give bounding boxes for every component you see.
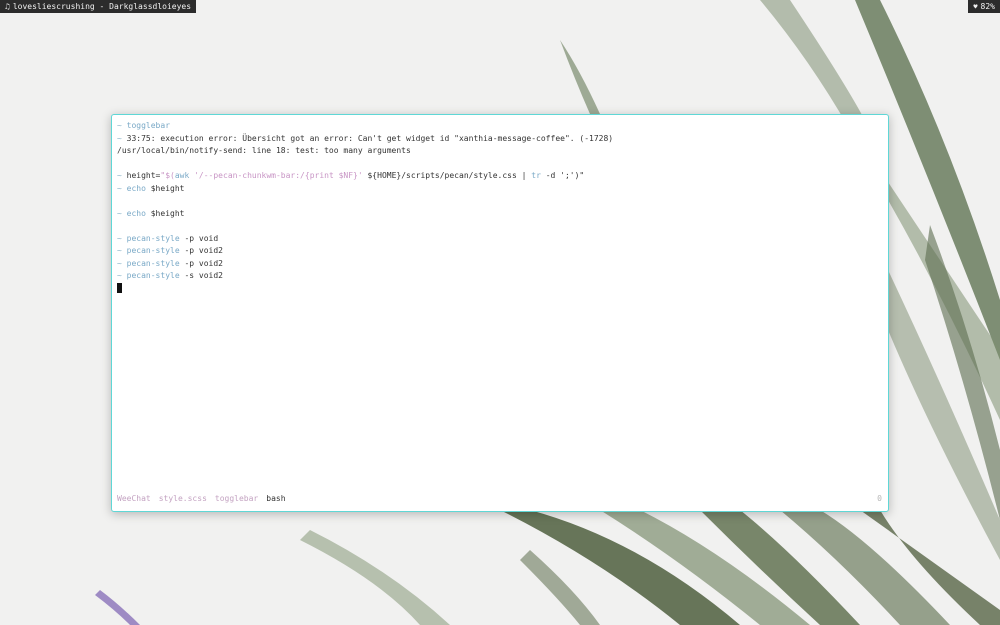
assign-text: height= (126, 171, 161, 180)
battery-percentage: 82% (980, 2, 995, 11)
command-text: tr (531, 171, 541, 180)
tmux-status-bar: WeeChat style.scss togglebar bash 0 (117, 493, 882, 505)
terminal-line: ~ echo $height (117, 183, 883, 196)
terminal-line: ~ height="$(awk '/--pecan-chunkwm-bar:/{… (117, 170, 883, 183)
argument-text: -p void2 (179, 258, 223, 268)
prompt-tilde: ~ (117, 121, 122, 130)
command-text: pecan-style (126, 258, 180, 268)
error-text: 33:75: execution error: Übersicht got an… (126, 133, 614, 143)
command-text: echo (126, 208, 146, 218)
text-cursor[interactable] (117, 283, 122, 293)
terminal-line: ~ togglebar (117, 120, 883, 133)
terminal-line: ~ echo $height (117, 208, 883, 221)
argument-text: -p void2 (179, 246, 223, 255)
heart-icon: ♥ (973, 3, 978, 11)
terminal-output: ~ togglebar ~ 33:75: execution error: Üb… (117, 120, 883, 295)
terminal-line: /usr/local/bin/notify-send: line 18: tes… (117, 145, 883, 158)
command-text: pecan-style (126, 233, 180, 243)
argument-text: $height (145, 208, 185, 218)
command-text: awk (174, 171, 190, 180)
prompt-tilde: ~ (117, 271, 122, 280)
string-text: "$( (160, 171, 175, 180)
string-text: '/--pecan-chunkwm-bar:/{print $NF}' (189, 171, 363, 180)
error-text: /usr/local/bin/notify-send: line 18: tes… (117, 146, 411, 155)
prompt-tilde: ~ (117, 233, 122, 243)
argument-text: -d ';')" (540, 171, 585, 180)
terminal-line: ~ 33:75: execution error: Übersicht got … (117, 133, 883, 146)
now-playing-indicator[interactable]: ♫ lovesliescrushing - Darkglassdloieyes (0, 0, 197, 13)
prompt-tilde: ~ (117, 171, 122, 180)
terminal-line: ~ pecan-style -p void2 (117, 258, 883, 271)
command-text: echo (126, 183, 146, 193)
argument-text: $height (145, 183, 185, 193)
window-tab-weechat[interactable]: WeeChat (117, 494, 151, 503)
window-tab-bash[interactable]: bash (266, 494, 285, 503)
terminal-window[interactable]: ~ togglebar ~ 33:75: execution error: Üb… (111, 114, 889, 512)
command-text: pecan-style (126, 246, 180, 255)
command-text: pecan-style (126, 271, 180, 280)
window-tab-style-scss[interactable]: style.scss (159, 494, 207, 503)
command-text: togglebar (126, 121, 171, 130)
argument-text: ${HOME}/scripts/pecan/style.css | (362, 171, 532, 180)
argument-text: -p void (179, 233, 219, 243)
terminal-line: ~ pecan-style -p void (117, 233, 883, 246)
terminal-line: ~ pecan-style -s void2 (117, 270, 883, 283)
prompt-tilde: ~ (117, 208, 122, 218)
music-note-icon: ♫ (5, 2, 10, 11)
battery-indicator[interactable]: ♥ 82% (968, 0, 1000, 13)
now-playing-text: lovesliescrushing - Darkglassdloieyes (12, 2, 192, 11)
status-right-indicator: 0 (877, 494, 882, 503)
argument-text: -s void2 (179, 271, 223, 280)
window-tab-togglebar[interactable]: togglebar (215, 494, 258, 503)
prompt-tilde: ~ (117, 133, 122, 143)
prompt-tilde: ~ (117, 246, 122, 255)
prompt-tilde: ~ (117, 183, 122, 193)
terminal-input-line[interactable] (117, 283, 883, 296)
terminal-line: ~ pecan-style -p void2 (117, 245, 883, 258)
prompt-tilde: ~ (117, 258, 122, 268)
